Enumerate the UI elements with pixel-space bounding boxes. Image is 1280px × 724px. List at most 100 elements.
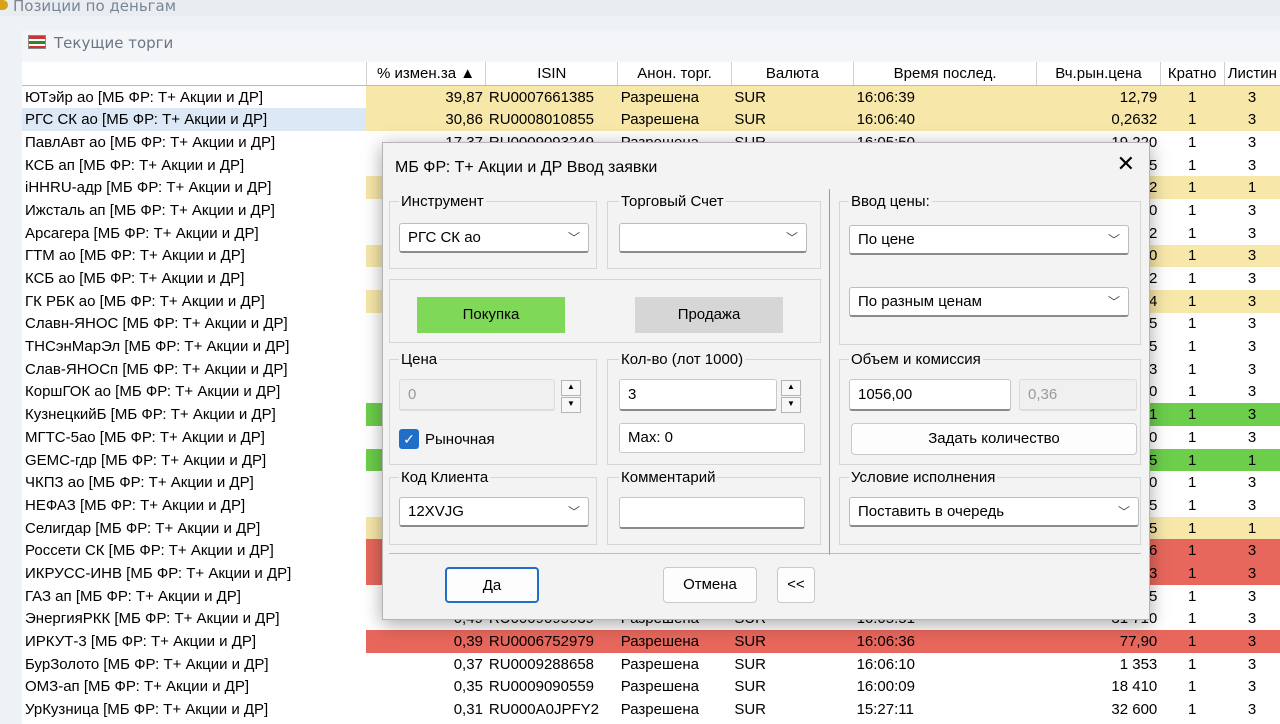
- dialog-title: МБ ФР: Т+ Акции и ДР Ввод заявки: [395, 159, 658, 176]
- column-header[interactable]: Листин: [1223, 62, 1280, 86]
- window-titlebar: Позиции по деньгам: [0, 0, 1280, 16]
- column-header[interactable]: Кратно: [1159, 62, 1225, 86]
- price-entry-select[interactable]: По цене ﹀: [849, 225, 1129, 255]
- cell-name: КСБ ап [МБ ФР: Т+ Акции и ДР]: [25, 156, 245, 174]
- cell-name: ГК РБК ао [МБ ФР: Т+ Акции и ДР]: [25, 292, 265, 310]
- cell-time: 16:00:09: [856, 678, 915, 696]
- cell-mult: 1: [1188, 587, 1197, 605]
- cell-cur: SUR: [731, 108, 854, 132]
- cell-name: ЭнергияРКК [МБ ФР: Т+ Акции и ДР]: [25, 610, 280, 628]
- cell-cur: SUR: [734, 678, 767, 696]
- cell-price: 0,2632: [1036, 108, 1161, 132]
- cell-list: 3: [1247, 315, 1257, 333]
- cell-chg: 0,39: [366, 630, 486, 653]
- cell-time: 16:06:10: [856, 655, 915, 673]
- max-quantity-display: Max: 0: [619, 423, 805, 453]
- table-row[interactable]: ЮТэйр ао [МБ ФР: Т+ Акции и ДР] 39,87 RU00…: [22, 85, 1280, 109]
- market-order-label: Рыночная: [425, 431, 495, 448]
- panel-title: Текущие торги: [28, 34, 173, 52]
- market-order-checkbox[interactable]: ✓: [399, 429, 419, 449]
- down-arrow-icon[interactable]: ▼: [781, 397, 801, 413]
- cell-name: ПавлАвт ао [МБ ФР: Т+ Акции и ДР]: [25, 133, 276, 151]
- cell-isin: RU000A0JPFY2: [488, 701, 599, 719]
- client-select[interactable]: 12XVJG ﹀: [399, 497, 589, 527]
- quantity-input[interactable]: 3: [619, 379, 777, 411]
- volume-label: Объем и комиссия: [849, 351, 983, 368]
- quantity-spinner[interactable]: ▲ ▼: [781, 380, 801, 413]
- ok-button[interactable]: Да: [445, 567, 539, 603]
- column-header[interactable]: Вч.рын.цена: [1036, 62, 1161, 86]
- set-quantity-button[interactable]: Задать количество: [851, 423, 1137, 455]
- cell-name: ГАЗ ап [МБ ФР: Т+ Акции и ДР]: [25, 587, 241, 605]
- sell-button[interactable]: Продажа: [635, 297, 783, 333]
- table-row[interactable]: БурЗолото [МБ ФР: Т+ Акции и ДР] 0,37 RU00…: [22, 653, 1280, 676]
- price-mode-select[interactable]: По разным ценам ﹀: [849, 287, 1129, 317]
- cell-name: Славн-ЯНОС [МБ ФР: Т+ Акции и ДР]: [25, 315, 288, 333]
- cell-isin: RU0007661385: [485, 85, 618, 109]
- column-header[interactable]: Анон. торг.: [617, 62, 732, 86]
- cell-list: 3: [1247, 338, 1257, 356]
- close-icon[interactable]: ✕: [1117, 151, 1135, 177]
- cell-anon: Разрешена: [620, 655, 699, 673]
- instrument-label: Инструмент: [399, 193, 486, 210]
- collapse-button[interactable]: <<: [777, 567, 815, 603]
- column-header[interactable]: Время послед.: [853, 62, 1037, 86]
- comment-label: Комментарий: [619, 469, 718, 486]
- cell-mult: 1: [1188, 270, 1197, 288]
- cancel-button[interactable]: Отмена: [663, 567, 757, 603]
- cell-mult: 1: [1188, 678, 1197, 696]
- table-row[interactable]: ИРКУТ-3 [МБ ФР: Т+ Акции и ДР] 0,39 RU0006…: [22, 630, 1280, 653]
- up-arrow-icon[interactable]: ▲: [561, 380, 581, 396]
- column-header[interactable]: [22, 62, 367, 86]
- column-header[interactable]: ISIN: [485, 62, 618, 86]
- cell-time: 16:06:39: [853, 85, 1037, 109]
- cell-list: 3: [1224, 85, 1280, 109]
- cell-name: iHHRU-адр [МБ ФР: Т+ Акции и ДР]: [25, 179, 272, 197]
- price-label: Цена: [399, 351, 440, 368]
- cell-list: 3: [1224, 562, 1280, 585]
- comment-input[interactable]: [619, 497, 805, 529]
- table-row[interactable]: РГС СК ао [МБ ФР: Т+ Акции и ДР] 30,86 RU0…: [22, 108, 1280, 132]
- cell-anon: Разрешена: [620, 701, 699, 719]
- up-arrow-icon[interactable]: ▲: [781, 380, 801, 396]
- cell-anon: Разрешена: [617, 108, 732, 132]
- table-row[interactable]: ОМЗ-ап [МБ ФР: Т+ Акции и ДР] 0,35 RU00090…: [22, 676, 1280, 699]
- cell-isin: RU0008010855: [485, 108, 618, 132]
- cell-isin: RU0006752979: [485, 630, 618, 653]
- cell-chg: 30,86: [366, 108, 486, 132]
- cell-mult: 1: [1188, 201, 1197, 219]
- instrument-select[interactable]: РГС СК ао ﹀: [399, 223, 589, 253]
- table-row[interactable]: УрКузница [МБ ФР: Т+ Акции и ДР] 0,31 RU00…: [22, 698, 1280, 721]
- cell-mult: 1: [1188, 655, 1197, 673]
- condition-select[interactable]: Поставить в очередь ﹀: [849, 497, 1139, 527]
- cell-anon: Разрешена: [617, 630, 732, 653]
- cell-mult: 1: [1160, 448, 1225, 472]
- cell-list: 1: [1224, 516, 1280, 540]
- cell-cur: SUR: [731, 85, 854, 109]
- column-header[interactable]: % измен.за ▲: [365, 62, 486, 86]
- cell-anon: Разрешена: [617, 85, 732, 109]
- buy-button[interactable]: Покупка: [417, 297, 565, 333]
- price-input[interactable]: 0: [399, 379, 555, 411]
- horizontal-divider: [389, 553, 1141, 554]
- account-select[interactable]: ﹀: [619, 223, 807, 253]
- column-header[interactable]: Валюта: [730, 62, 854, 86]
- down-arrow-icon[interactable]: ▼: [561, 397, 581, 413]
- cell-list: 3: [1224, 539, 1280, 563]
- condition-label: Условие исполнения: [849, 469, 998, 486]
- cell-list: 3: [1247, 383, 1257, 401]
- volume-input[interactable]: 1056,00: [849, 379, 1011, 411]
- cell-list: 3: [1247, 224, 1257, 242]
- cell-name: Слав-ЯНОСп [МБ ФР: Т+ Акции и ДР]: [25, 360, 288, 378]
- cell-chg: 0,37: [453, 655, 483, 673]
- cell-list: 3: [1247, 587, 1257, 605]
- cell-chg: 0,35: [453, 678, 483, 696]
- cell-list: 3: [1247, 474, 1257, 492]
- cell-list: 3: [1224, 403, 1280, 426]
- cell-mult: 1: [1188, 383, 1197, 401]
- window-title: Позиции по деньгам: [13, 0, 177, 15]
- cell-name: КСБ ао [МБ ФР: Т+ Акции и ДР]: [25, 270, 245, 288]
- price-spinner[interactable]: ▲ ▼: [561, 380, 581, 413]
- vertical-divider: [829, 189, 830, 555]
- cell-list: 3: [1247, 610, 1257, 628]
